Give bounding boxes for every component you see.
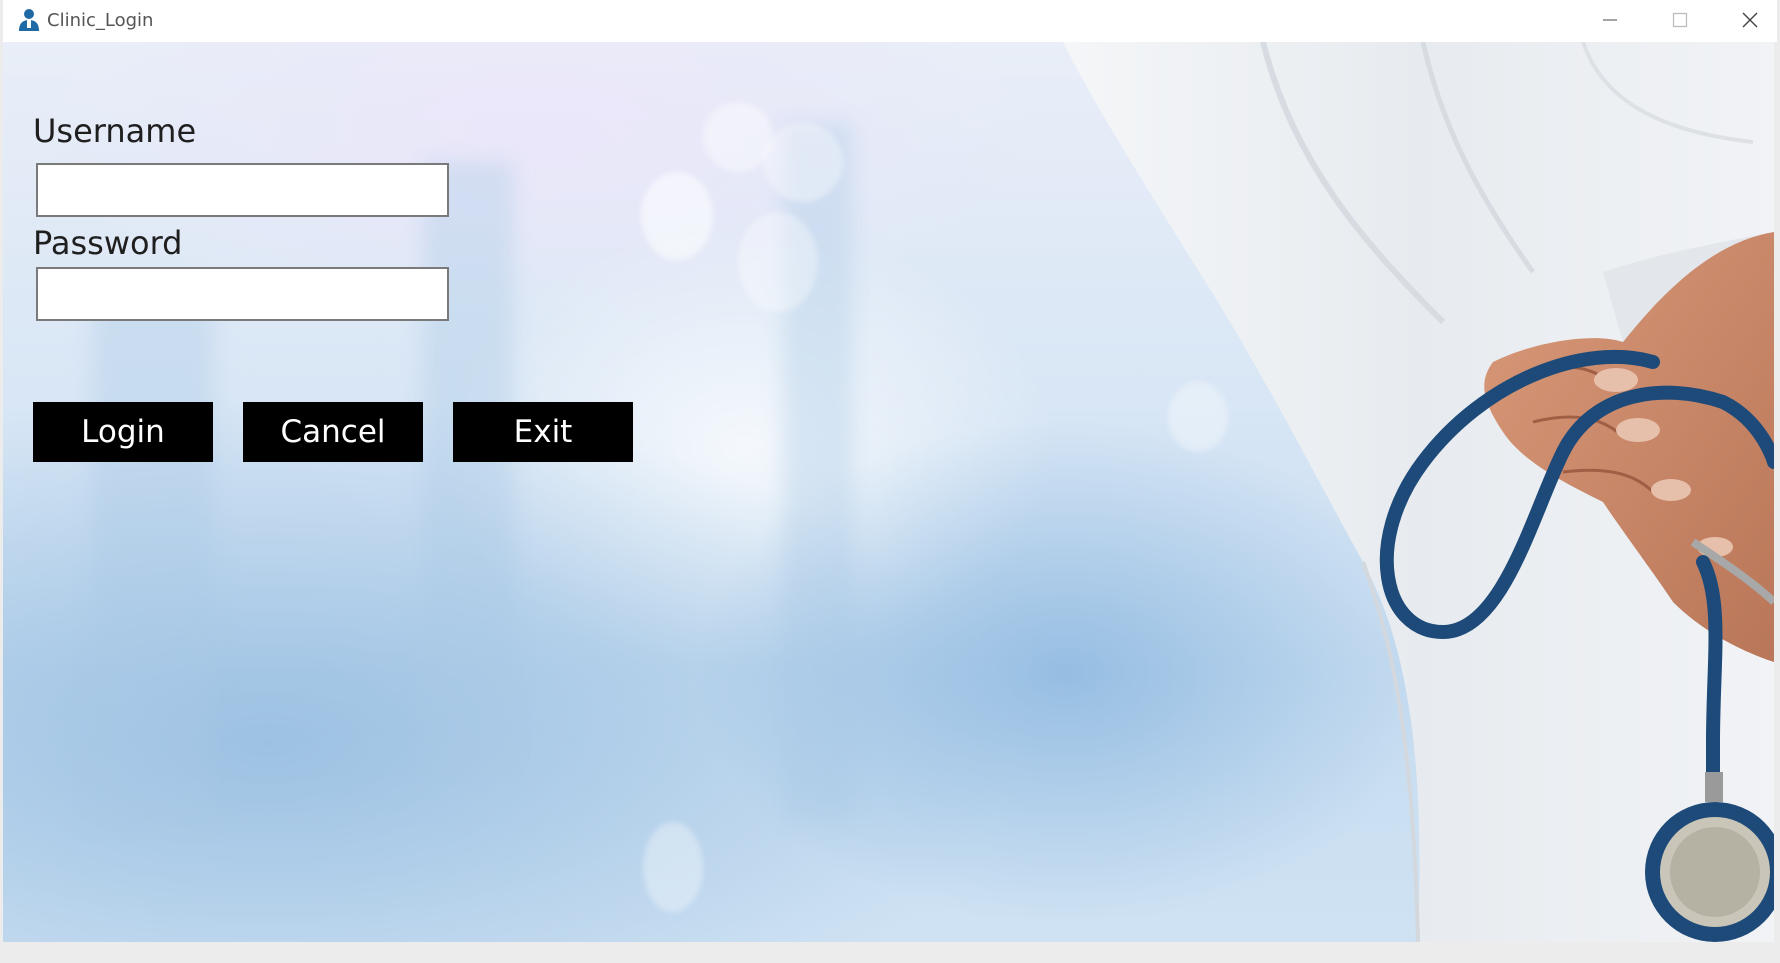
minimize-icon (1603, 19, 1617, 21)
close-icon (1742, 12, 1758, 28)
maximize-icon (1672, 12, 1688, 28)
password-label: Password (33, 224, 183, 262)
bokeh-light (763, 122, 843, 202)
exit-button[interactable]: Exit (453, 402, 633, 462)
cancel-button[interactable]: Cancel (243, 402, 423, 462)
bokeh-light (643, 822, 703, 912)
username-label: Username (33, 112, 197, 150)
background-blur (423, 162, 513, 762)
login-window: Clinic_Login Username Password Login Can… (0, 0, 1780, 963)
bottom-border (0, 942, 1780, 963)
minimize-button[interactable] (1576, 0, 1644, 40)
doctor-stethoscope-image (1063, 42, 1774, 942)
password-input[interactable] (36, 267, 449, 321)
login-button[interactable]: Login (33, 402, 213, 462)
bokeh-light (641, 172, 713, 260)
bokeh-light (738, 212, 818, 312)
window-title: Clinic_Login (47, 10, 154, 31)
close-button[interactable] (1716, 0, 1780, 40)
background-panel: Username Password Login Cancel Exit (3, 42, 1774, 942)
maximize-button[interactable] (1646, 0, 1714, 40)
username-input[interactable] (36, 163, 449, 217)
background-blur (93, 302, 213, 822)
title-bar[interactable]: Clinic_Login (3, 0, 1777, 42)
user-icon (19, 9, 39, 31)
